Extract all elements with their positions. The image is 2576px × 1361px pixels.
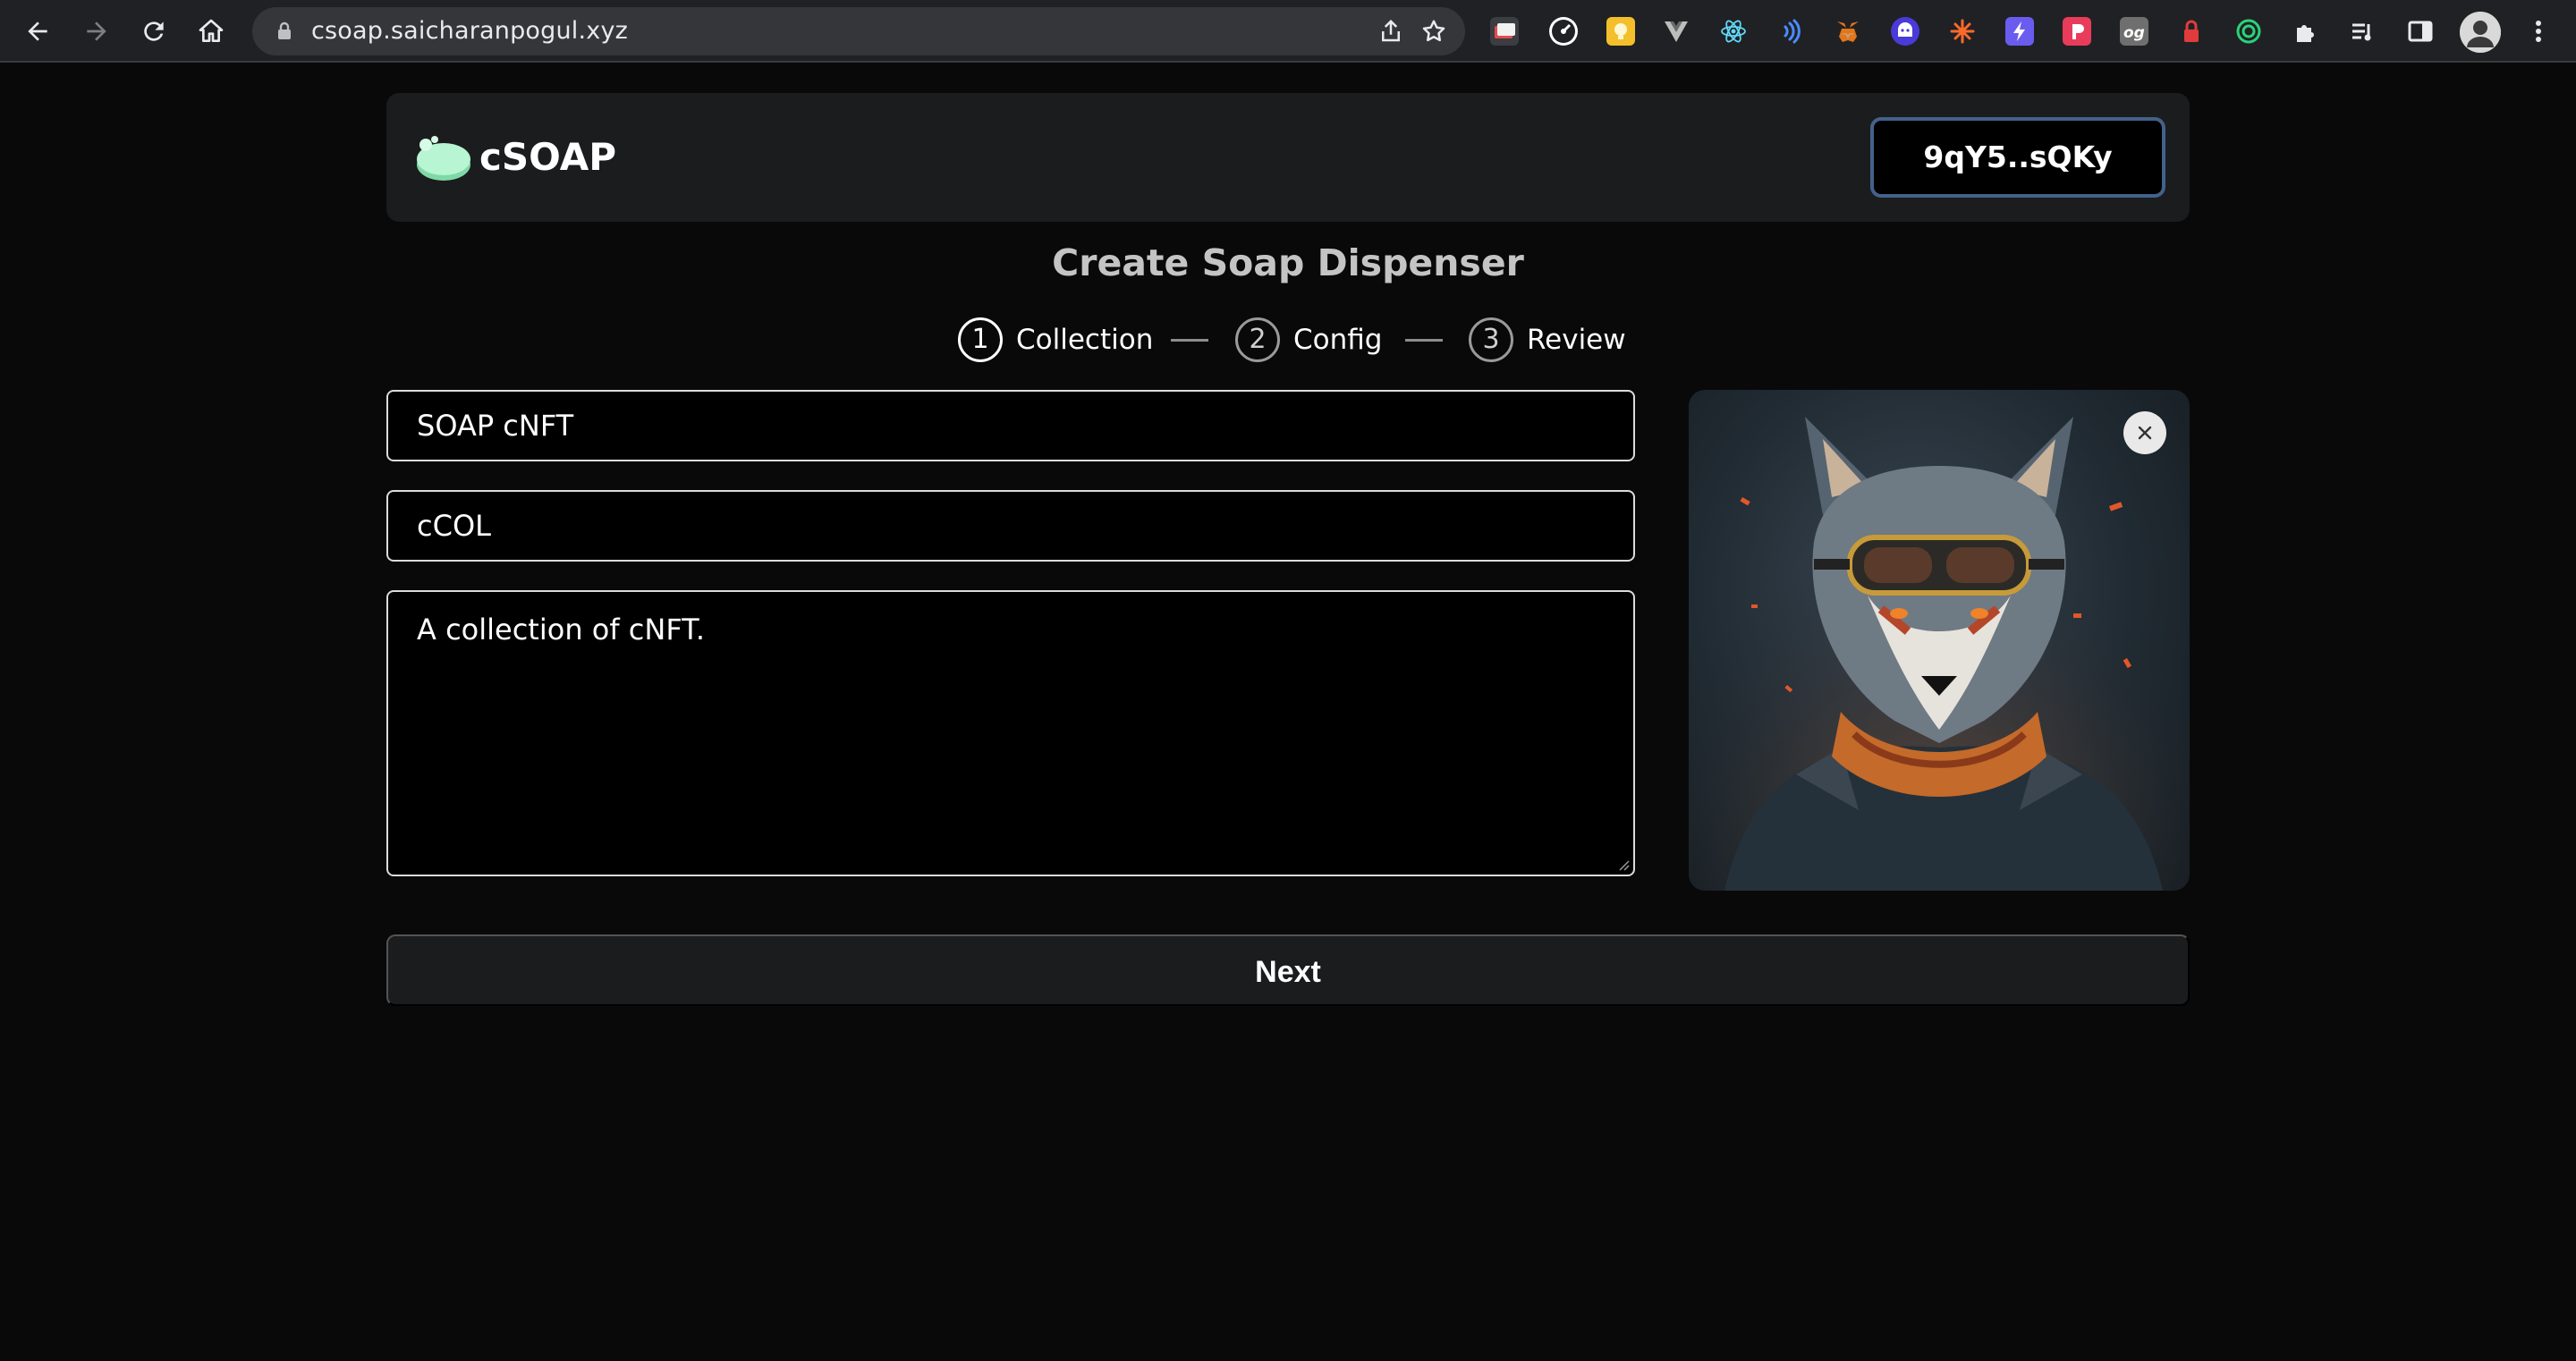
collection-description-textarea[interactable]: A collection of cNFT. [386, 590, 1635, 876]
step-divider [1171, 339, 1208, 342]
svg-text:og: og [2123, 24, 2145, 42]
extension-vue-icon[interactable] [1662, 17, 1690, 46]
collection-symbol-input[interactable]: cCOL [386, 490, 1635, 562]
brand-name[interactable]: cSOAP [479, 132, 616, 182]
description-text: A collection of cNFT. [417, 613, 706, 647]
resize-grip-icon[interactable] [1615, 857, 1630, 871]
extension-spark-icon[interactable] [1948, 17, 1977, 46]
extension-pinterest-icon[interactable] [2063, 17, 2091, 46]
soap-logo-icon [417, 136, 470, 181]
wallet-button[interactable]: 9qY5..sQKy [1870, 117, 2165, 198]
reload-icon[interactable] [136, 13, 172, 49]
browser-toolbar: csoap.saicharanpogul.xyz og [0, 0, 2576, 63]
extension-cards-icon[interactable] [1490, 17, 1519, 46]
lock-icon [278, 21, 291, 39]
extension-react-icon[interactable] [1719, 17, 1748, 46]
step-1-label: Collection [1016, 324, 1154, 356]
extension-og-icon[interactable]: og [2120, 17, 2148, 46]
side-panel-icon[interactable] [2406, 17, 2435, 46]
extension-red-lock-icon[interactable] [2177, 17, 2206, 46]
close-icon [2138, 426, 2152, 440]
bookmark-star-icon[interactable] [1420, 18, 1447, 45]
address-url: csoap.saicharanpogul.xyz [311, 17, 628, 45]
share-icon[interactable] [1377, 18, 1404, 45]
page-title: Create Soap Dispenser [1052, 241, 1524, 284]
extension-ghost-icon[interactable] [1891, 17, 1919, 46]
step-1-number: 1 [958, 317, 1003, 362]
remove-image-button[interactable] [2123, 411, 2166, 454]
forward-icon[interactable] [79, 13, 114, 49]
extensions-puzzle-icon[interactable] [2292, 17, 2320, 46]
wolf-illustration [1689, 390, 2190, 891]
extension-target-icon[interactable] [2234, 17, 2263, 46]
profile-avatar[interactable] [2460, 12, 2501, 53]
step-3-number: 3 [1469, 317, 1513, 362]
step-3-label: Review [1527, 324, 1626, 356]
back-icon[interactable] [20, 13, 55, 49]
reading-list-icon[interactable] [2349, 17, 2377, 46]
app-header: cSOAP 9qY5..sQKy [386, 93, 2190, 222]
extension-metamask-icon[interactable] [1834, 17, 1862, 46]
home-icon[interactable] [193, 13, 229, 49]
more-menu-icon[interactable] [2524, 17, 2553, 46]
step-2-label: Config [1293, 324, 1383, 356]
step-2-number: 2 [1235, 317, 1280, 362]
extension-gauge-icon[interactable] [1549, 17, 1578, 46]
extension-bolt-icon[interactable] [2005, 17, 2034, 46]
stepper: 1 Collection 2 Config 3 Review [0, 315, 2576, 365]
extension-bulb-icon[interactable] [1606, 17, 1635, 46]
extension-signal-icon[interactable] [1776, 17, 1805, 46]
next-button[interactable]: Next [386, 934, 2190, 1006]
step-divider [1405, 339, 1443, 342]
collection-image-preview [1689, 390, 2190, 891]
collection-name-input[interactable]: SOAP cNFT [386, 390, 1635, 461]
address-bar[interactable]: csoap.saicharanpogul.xyz [252, 7, 1465, 55]
